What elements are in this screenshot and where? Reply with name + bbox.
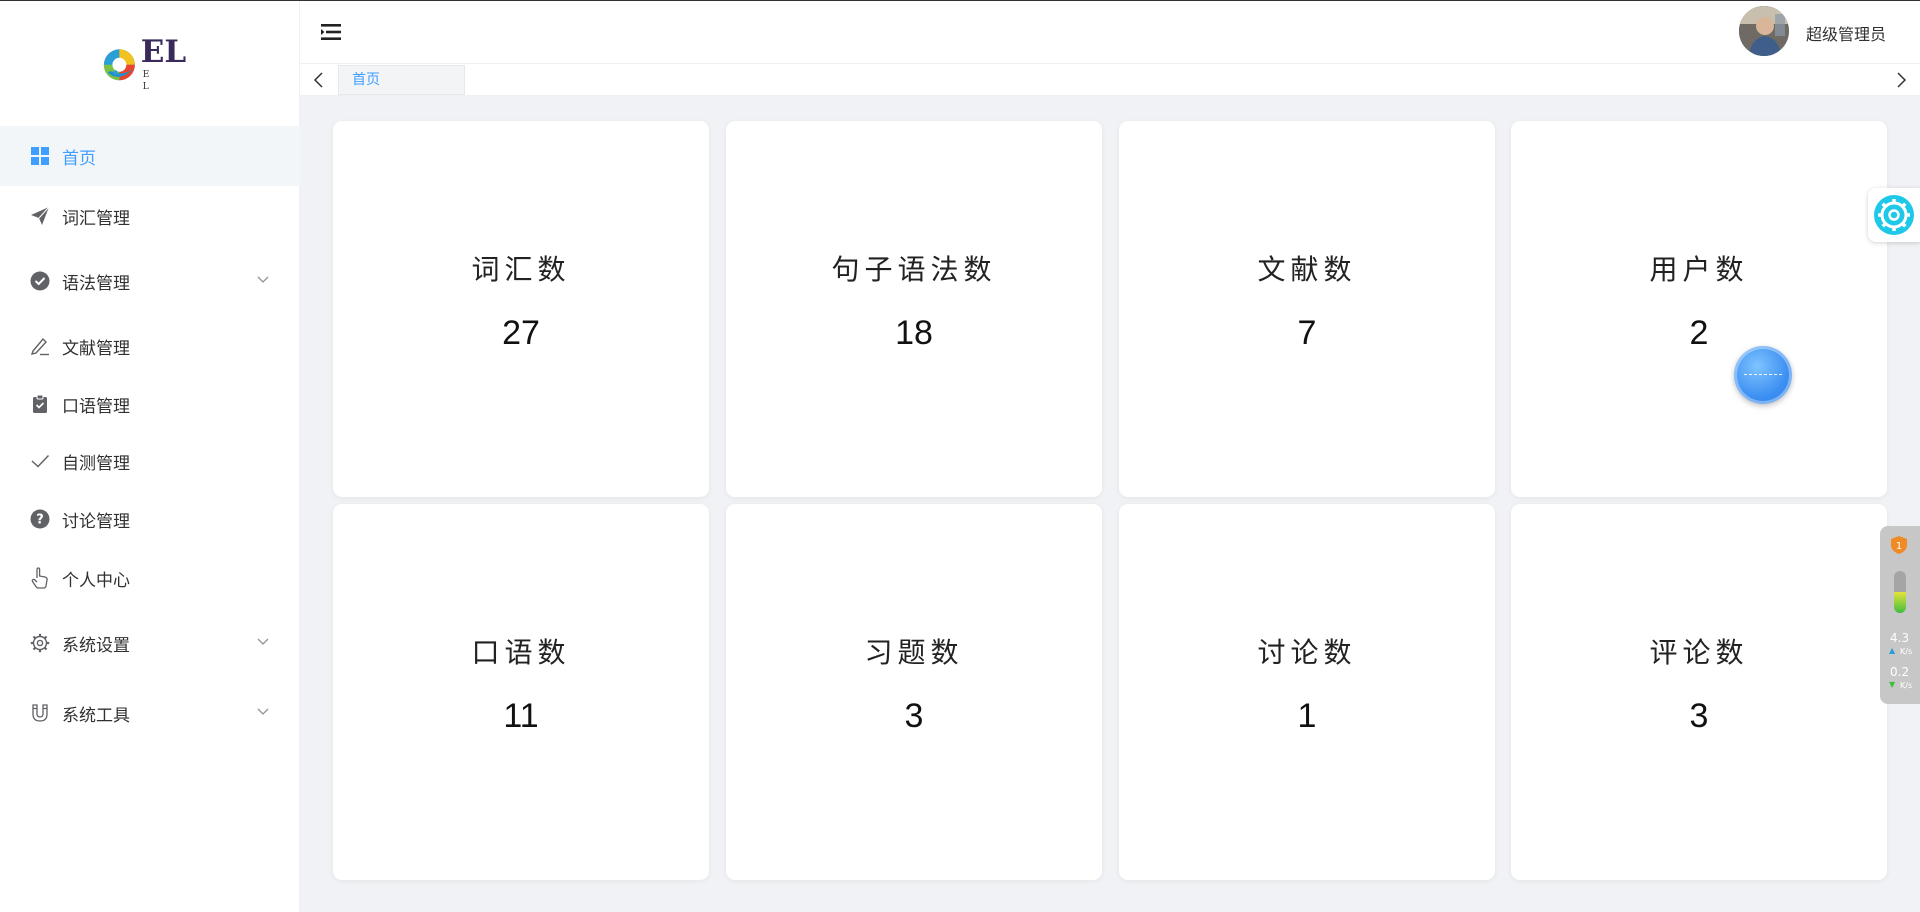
- sidebar-item-profile[interactable]: 个人中心: [0, 548, 300, 608]
- theme-settings-button[interactable]: [1868, 188, 1920, 242]
- svg-text:?: ?: [36, 513, 44, 528]
- chevron-down-icon: [257, 708, 269, 715]
- sidebar-item-label: 个人中心: [62, 570, 130, 591]
- top-header: 超级管理员: [300, 1, 1920, 64]
- upload-speed: 4.3: [1890, 631, 1910, 645]
- hamburger-menu-icon[interactable]: [321, 22, 341, 42]
- stat-value: 7: [1297, 314, 1317, 352]
- upload-arrow-icon: ▲: [1889, 646, 1896, 655]
- logo-subtext: E L: [142, 70, 174, 92]
- stat-title: 用户数: [1649, 253, 1749, 286]
- stat-title: 词汇数: [471, 253, 571, 286]
- sidebar-item-settings[interactable]: 系统设置: [0, 608, 300, 678]
- sidebar-item-selftest[interactable]: 自测管理: [0, 432, 300, 490]
- shield-badge-icon: 1: [1891, 536, 1907, 554]
- checkmark-icon: [30, 451, 50, 471]
- download-speed: 0.2: [1890, 665, 1910, 679]
- chevron-right-icon[interactable]: [1892, 71, 1910, 89]
- stat-card-literature: 文献数 7: [1119, 121, 1495, 497]
- stat-value: 18: [895, 314, 933, 352]
- stat-card-sentence-grammar: 句子语法数 18: [726, 121, 1102, 497]
- tabs-bar: 首页: [300, 64, 1920, 96]
- tab-home[interactable]: 首页: [338, 65, 465, 95]
- sidebar-item-speaking[interactable]: 口语管理: [0, 376, 300, 432]
- stat-card-users: 用户数 2: [1511, 121, 1887, 497]
- question-circle-icon: ?: [30, 509, 50, 529]
- download-unit: K/s: [1900, 681, 1913, 690]
- floating-assist-button[interactable]: [1734, 346, 1792, 404]
- download-arrow-icon: ▼: [1889, 680, 1896, 689]
- sidebar-item-label: 语法管理: [62, 273, 130, 294]
- stat-value: 3: [904, 697, 924, 735]
- stat-title: 习题数: [864, 636, 964, 669]
- sidebar-item-label: 系统设置: [62, 635, 130, 656]
- clipboard-icon: [30, 394, 50, 414]
- sidebar-item-home[interactable]: 首页: [0, 126, 300, 186]
- hand-pointer-icon: [30, 567, 50, 589]
- sidebar-item-label: 自测管理: [62, 453, 130, 474]
- sidebar-item-label: 讨论管理: [62, 511, 130, 532]
- logo-mark-icon: [103, 49, 135, 81]
- sidebar-item-label: 口语管理: [62, 396, 130, 417]
- sidebar-item-label: 系统工具: [62, 705, 130, 726]
- grid-icon: [30, 146, 50, 166]
- stat-card-comments: 评论数 3: [1511, 504, 1887, 880]
- shield-badge-count: 1: [1896, 541, 1902, 552]
- settings-gear-icon: [1874, 195, 1914, 235]
- edit-pen-icon: [30, 336, 50, 356]
- stat-title: 口语数: [471, 636, 571, 669]
- sidebar-item-vocabulary[interactable]: 词汇管理: [0, 186, 300, 246]
- check-circle-icon: [30, 271, 50, 291]
- sidebar-item-tools[interactable]: 系统工具: [0, 678, 300, 748]
- stat-value: 27: [502, 314, 540, 352]
- gear-icon: [30, 633, 50, 653]
- stat-title: 句子语法数: [831, 253, 997, 286]
- sidebar-item-literature[interactable]: 文献管理: [0, 316, 300, 376]
- stat-card-vocabulary: 词汇数 27: [333, 121, 709, 497]
- app-logo[interactable]: EL E L: [100, 34, 210, 92]
- chevron-down-icon: [257, 276, 269, 283]
- paper-plane-icon: [30, 206, 50, 226]
- sidebar-item-label: 词汇管理: [62, 208, 130, 229]
- sidebar-item-discussion[interactable]: ? 讨论管理: [0, 490, 300, 548]
- chevron-down-icon: [257, 638, 269, 645]
- stat-card-exercises: 习题数 3: [726, 504, 1102, 880]
- dashboard-main: 词汇数 27 句子语法数 18 文献数 7 用户数 2 口语数 11 习题数 3…: [300, 96, 1920, 912]
- stat-value: 2: [1689, 314, 1709, 352]
- magnet-icon: [30, 703, 50, 723]
- sidebar-item-grammar[interactable]: 语法管理: [0, 246, 300, 316]
- stat-title: 文献数: [1257, 253, 1357, 286]
- sidebar-item-label: 文献管理: [62, 338, 130, 359]
- stat-value: 3: [1689, 697, 1709, 735]
- network-gauge: [1894, 571, 1906, 613]
- username[interactable]: 超级管理员: [1806, 21, 1886, 45]
- logo-text: EL: [140, 34, 187, 70]
- stat-card-speaking: 口语数 11: [333, 504, 709, 880]
- network-speed-widget[interactable]: 1 4.3 ▲ K/s 0.2 ▼ K/s: [1880, 526, 1920, 704]
- stat-value: 11: [503, 697, 539, 735]
- network-gauge-fill: [1894, 592, 1906, 613]
- sidebar-item-label: 首页: [62, 148, 96, 169]
- float-ball-line: [1744, 374, 1782, 375]
- sidebar: EL E L 首页 词汇管理 语法管理 文献管理 口语管理 自测管理 ? 讨论管…: [0, 0, 300, 912]
- avatar-photo: [1739, 6, 1789, 56]
- stat-card-discussions: 讨论数 1: [1119, 504, 1495, 880]
- window-top-border: [0, 0, 1920, 1]
- avatar[interactable]: [1739, 6, 1789, 56]
- stat-title: 讨论数: [1257, 636, 1357, 669]
- upload-unit: K/s: [1900, 647, 1913, 656]
- chevron-left-icon[interactable]: [310, 71, 328, 89]
- stat-value: 1: [1297, 697, 1317, 735]
- stat-title: 评论数: [1649, 636, 1749, 669]
